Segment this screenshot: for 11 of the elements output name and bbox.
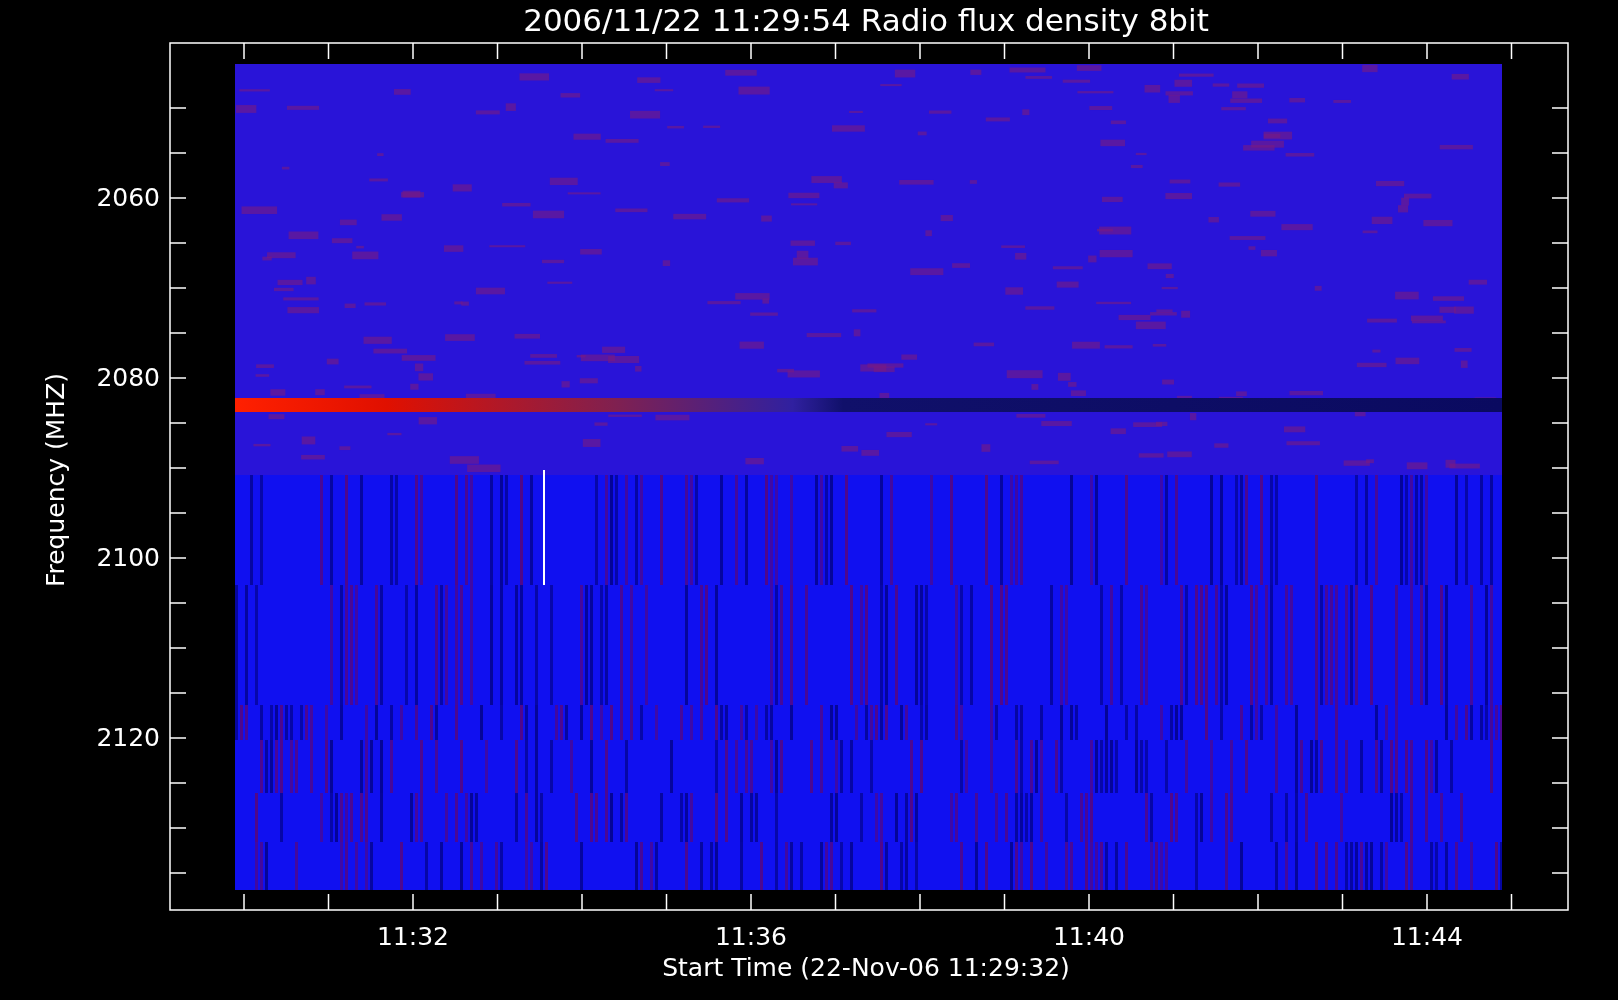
- x-axis-label: Start Time (22-Nov-06 11:29:32): [662, 953, 1070, 982]
- x-tick-label: 11:32: [377, 922, 449, 951]
- x-tick-label: 11:44: [1391, 922, 1463, 951]
- x-tick-label: 11:36: [715, 922, 787, 951]
- y-axis-label: Frequency (MHZ): [41, 372, 70, 588]
- y-tick-label: 2120: [96, 723, 160, 752]
- y-tick-label: 2100: [96, 543, 160, 572]
- y-tick-label: 2080: [96, 363, 160, 392]
- chart-title: 2006/11/22 11:29:54 Radio flux density 8bit: [523, 2, 1209, 38]
- x-tick-label: 11:40: [1053, 922, 1125, 951]
- y-tick-label: 2060: [96, 183, 160, 212]
